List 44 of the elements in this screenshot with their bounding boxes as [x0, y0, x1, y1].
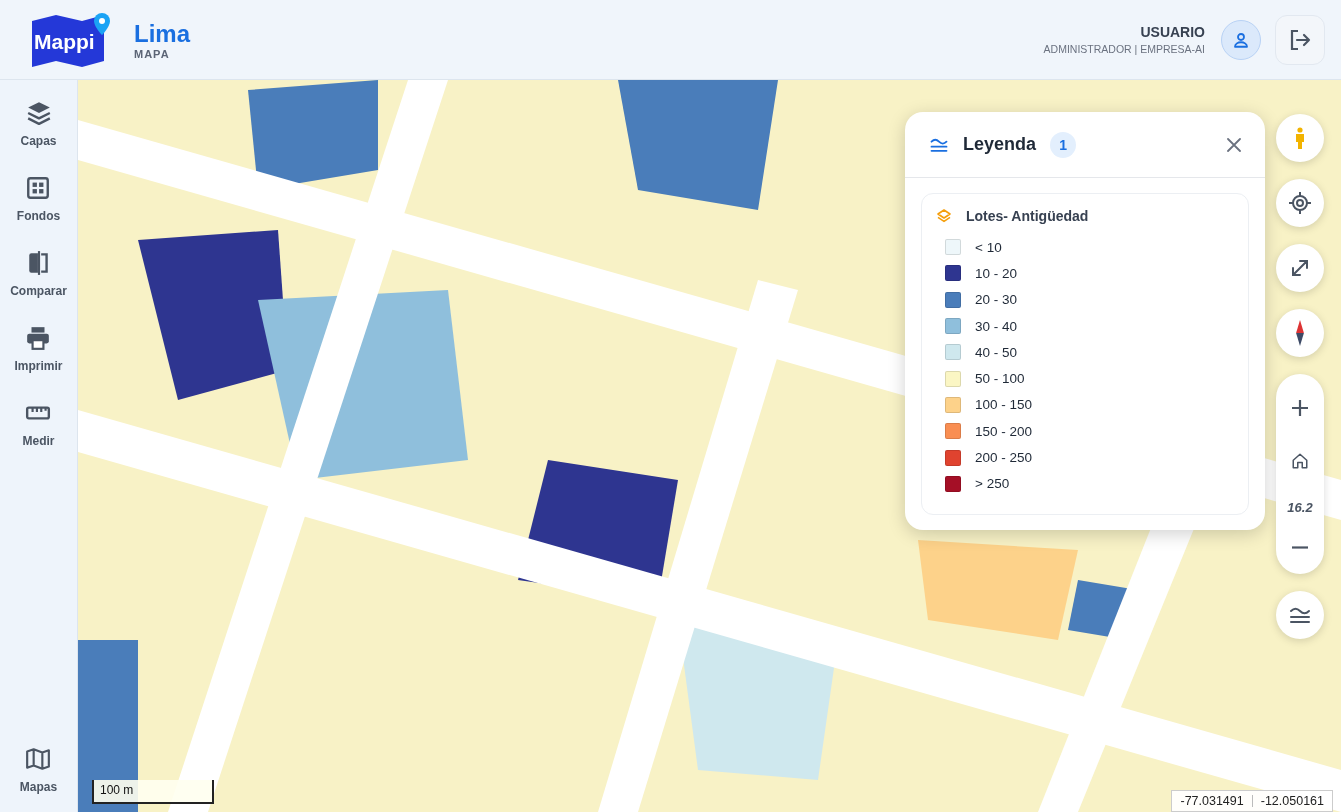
- logout-button[interactable]: [1275, 14, 1325, 65]
- sidebar-item[interactable]: Imprimir: [14, 325, 63, 373]
- layer-name: Lotes- Antigüedad: [966, 208, 1089, 224]
- sidebar-item[interactable]: Medir: [22, 400, 55, 448]
- printer-icon: [25, 325, 52, 351]
- close-button[interactable]: [1227, 137, 1241, 152]
- city-title: Lima: [134, 19, 190, 48]
- zoom-level: 16.2: [1287, 500, 1313, 516]
- legend-label: > 250: [975, 476, 1010, 492]
- user-name: USUARIO: [1140, 24, 1205, 40]
- longitude: -77.031491: [1180, 794, 1244, 808]
- sidebar-item[interactable]: Capas: [20, 100, 57, 148]
- minus-icon: [1292, 545, 1308, 549]
- legend-title: Leyenda: [963, 134, 1037, 155]
- map-icon: [25, 746, 52, 772]
- legend-label: 50 - 100: [975, 371, 1025, 387]
- grid-icon: [25, 175, 52, 201]
- legend-label: 30 - 40: [975, 318, 1018, 334]
- compass-icon: [1296, 320, 1304, 346]
- section-label: MAPA: [134, 47, 171, 60]
- plus-icon: [1291, 399, 1309, 418]
- latitude: -12.050161: [1260, 794, 1324, 808]
- legend-label: 40 - 50: [975, 344, 1018, 360]
- layers-icon: [25, 100, 52, 126]
- count-badge: 1: [1050, 131, 1077, 158]
- sidebar-item[interactable]: Mapas: [19, 746, 58, 794]
- sidebar-item[interactable]: Fondos: [16, 175, 61, 223]
- scale-bar: 100 m: [92, 780, 214, 804]
- logo: Mappi: [30, 12, 112, 67]
- close-icon: [1227, 137, 1241, 152]
- legend-label: 100 - 150: [975, 397, 1033, 413]
- legend-label: 20 - 30: [975, 292, 1018, 308]
- legend-label: 200 - 250: [975, 450, 1033, 465]
- legend-label: 10 - 20: [975, 265, 1018, 281]
- user-button[interactable]: [1221, 19, 1261, 60]
- legend-label: < 10: [975, 239, 1002, 255]
- layer-icon: [936, 208, 952, 224]
- home-icon: [1291, 451, 1309, 470]
- legend-label: 150 - 200: [975, 423, 1033, 439]
- user-icon: [1232, 30, 1250, 49]
- sidebar-item[interactable]: Comparar: [10, 250, 67, 298]
- user-role: ADMINISTRADOR | EMPRESA-AI: [1043, 43, 1205, 55]
- locate-icon: [1288, 191, 1312, 215]
- logout-icon: [1288, 27, 1312, 52]
